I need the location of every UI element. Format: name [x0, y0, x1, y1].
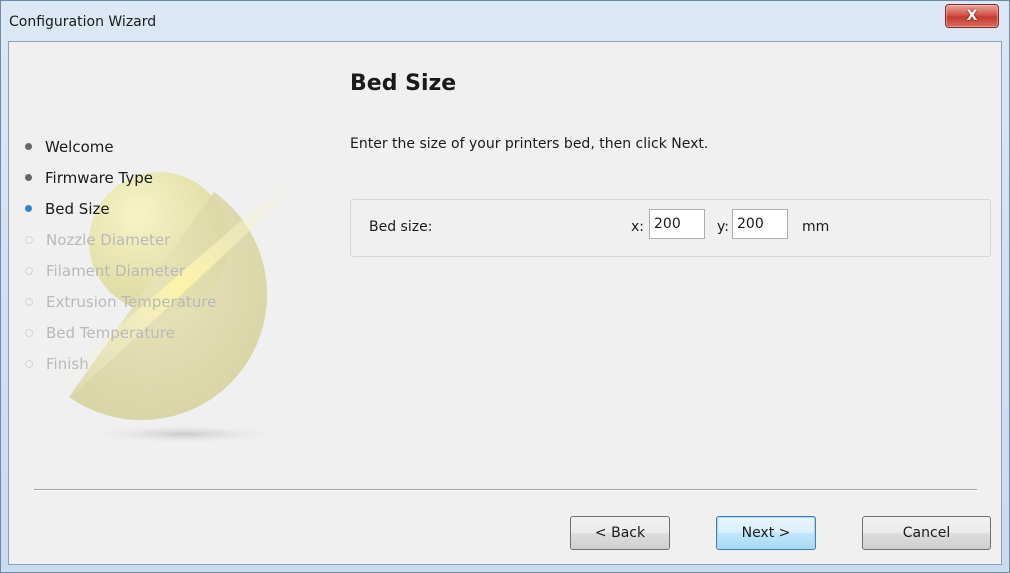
- step-extrusion-temperature: Extrusion Temperature: [25, 286, 216, 317]
- step-pending-bullet-icon: [25, 235, 33, 244]
- step-pending-bullet-icon: [25, 328, 33, 337]
- bed-size-group: Bed size: x: y: mm: [350, 199, 991, 257]
- step-pending-bullet-icon: [25, 297, 33, 306]
- close-icon: X: [966, 8, 978, 24]
- step-label: Firmware Type: [45, 168, 153, 187]
- step-pending-bullet-icon: [25, 266, 33, 275]
- step-label: Nozzle Diameter: [46, 230, 171, 249]
- unit-label: mm: [802, 219, 830, 235]
- cancel-button[interactable]: Cancel: [862, 516, 991, 550]
- page-title: Bed Size: [350, 71, 457, 96]
- bed-size-label: Bed size:: [369, 219, 433, 235]
- wizard-steps-list: Welcome Firmware Type Bed Size Nozzle Di…: [25, 131, 216, 379]
- step-pending-bullet-icon: [25, 359, 33, 368]
- y-label: y:: [717, 219, 729, 235]
- close-button[interactable]: X: [945, 4, 999, 28]
- step-nozzle-diameter: Nozzle Diameter: [25, 224, 216, 255]
- configuration-wizard-window: Configuration Wizard X Welcome Firmware …: [0, 0, 1010, 573]
- step-current-bullet-icon: [25, 205, 32, 212]
- step-label: Finish: [46, 354, 89, 373]
- next-button[interactable]: Next >: [716, 516, 816, 550]
- step-bed-size: Bed Size: [25, 193, 216, 224]
- instruction-text: Enter the size of your printers bed, the…: [350, 136, 709, 152]
- step-label: Filament Diameter: [46, 261, 186, 280]
- step-bed-temperature: Bed Temperature: [25, 317, 216, 348]
- x-label: x:: [631, 219, 645, 235]
- step-label: Extrusion Temperature: [46, 292, 217, 311]
- step-welcome: Welcome: [25, 131, 216, 162]
- step-done-bullet-icon: [25, 143, 32, 150]
- window-title: Configuration Wizard: [9, 14, 157, 30]
- step-done-bullet-icon: [25, 174, 32, 181]
- step-label: Welcome: [45, 137, 114, 156]
- step-firmware-type: Firmware Type: [25, 162, 216, 193]
- step-label: Bed Size: [45, 199, 110, 218]
- title-bar[interactable]: Configuration Wizard X: [1, 1, 1009, 41]
- wizard-client-area: Welcome Firmware Type Bed Size Nozzle Di…: [8, 41, 1002, 565]
- bed-y-input[interactable]: [732, 209, 788, 239]
- back-button[interactable]: < Back: [570, 516, 670, 550]
- step-finish: Finish: [25, 348, 216, 379]
- footer-divider: [34, 489, 977, 491]
- bed-x-input[interactable]: [649, 209, 705, 239]
- step-filament-diameter: Filament Diameter: [25, 255, 216, 286]
- step-label: Bed Temperature: [46, 323, 175, 342]
